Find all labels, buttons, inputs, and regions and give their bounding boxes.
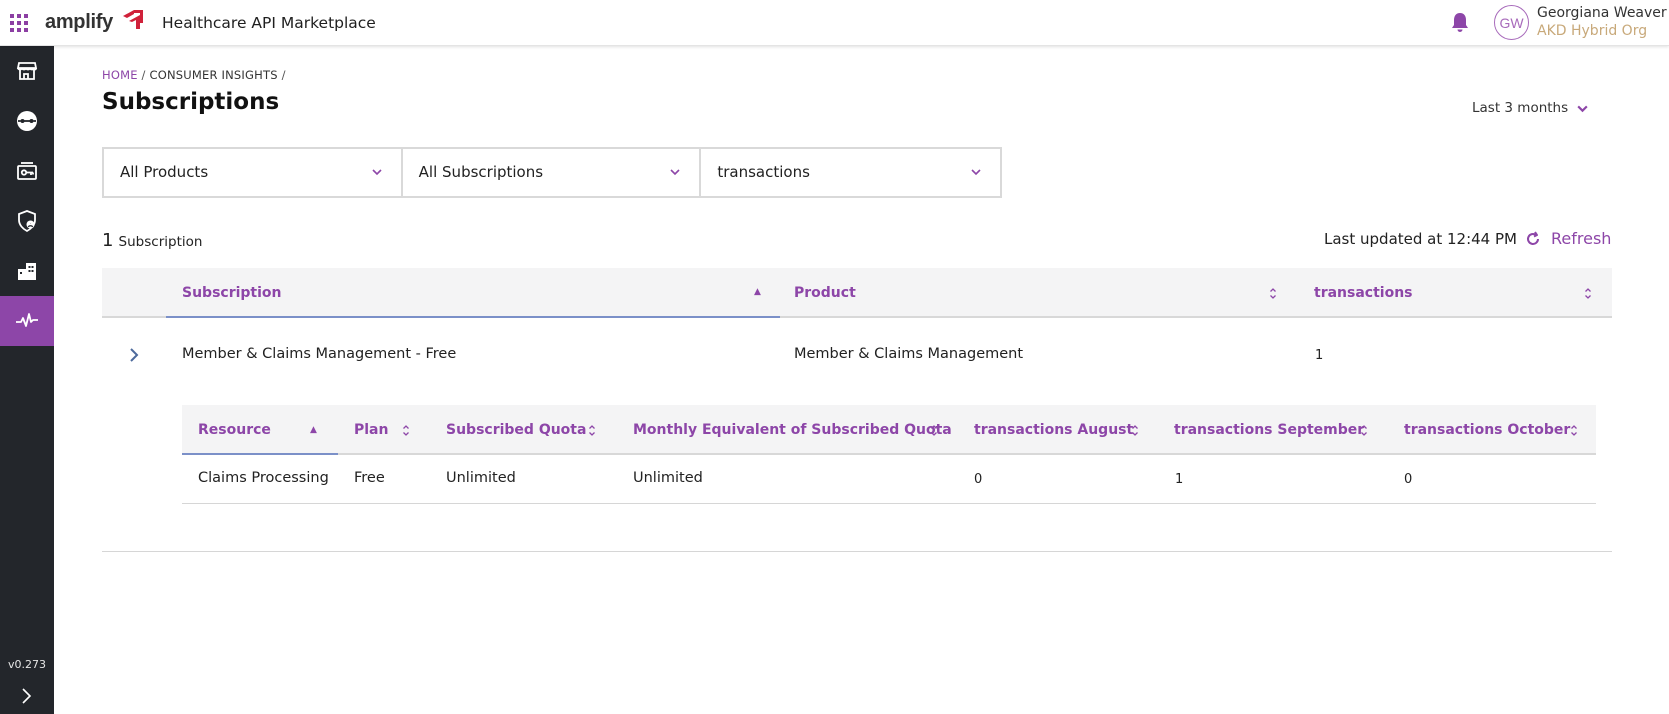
subscription-name-cell: Member & Claims Management - Free bbox=[182, 346, 457, 362]
row-divider bbox=[102, 551, 1612, 552]
sort-toggle-icon[interactable] bbox=[1570, 424, 1578, 437]
sort-toggle-icon[interactable] bbox=[1131, 424, 1139, 437]
column-header-transactions-september[interactable]: transactions September bbox=[1174, 405, 1364, 455]
refresh-button[interactable]: Refresh bbox=[1525, 229, 1611, 248]
column-header-label: transactions October bbox=[1404, 422, 1571, 438]
column-header-plan[interactable]: Plan bbox=[354, 405, 388, 455]
app-grid-icon[interactable] bbox=[10, 14, 28, 32]
avatar[interactable]: GW bbox=[1494, 5, 1529, 40]
subscription-count-label: Subscription bbox=[118, 234, 203, 250]
subscription-filter-label: All Subscriptions bbox=[418, 163, 544, 181]
key-card-icon bbox=[17, 162, 37, 180]
subscribed-quota-cell: Unlimited bbox=[446, 470, 516, 486]
column-header-label: transactions September bbox=[1174, 422, 1365, 438]
breadcrumb-separator: / bbox=[141, 68, 146, 82]
column-header-label: Subscribed Quota bbox=[446, 422, 587, 438]
metric-filter-dropdown[interactable]: transactions bbox=[701, 149, 1000, 196]
chevron-down-icon bbox=[372, 169, 382, 176]
sort-ascending-icon[interactable]: ▲ bbox=[754, 287, 761, 297]
transactions-september-cell: 1 bbox=[1175, 472, 1184, 487]
transactions-august-cell: 0 bbox=[974, 472, 983, 487]
app-title: Healthcare API Marketplace bbox=[162, 14, 376, 32]
column-header-label: Monthly Equivalent of Subscribed Quota bbox=[633, 422, 952, 438]
organization-icon bbox=[18, 263, 36, 280]
product-filter-dropdown[interactable]: All Products bbox=[104, 149, 403, 196]
plan-cell: Free bbox=[354, 470, 385, 486]
notification-bell-icon[interactable] bbox=[1450, 11, 1470, 33]
column-header-label: transactions bbox=[1314, 285, 1413, 301]
sidebar-item-marketplace[interactable] bbox=[0, 46, 54, 96]
column-header-resource[interactable]: Resource bbox=[198, 405, 271, 455]
column-header-label: Plan bbox=[354, 422, 389, 438]
chevron-down-icon bbox=[1577, 105, 1588, 112]
sort-toggle-icon[interactable] bbox=[1584, 287, 1592, 300]
metric-filter-label: transactions bbox=[717, 163, 810, 181]
activity-pulse-icon bbox=[16, 313, 38, 327]
refresh-icon bbox=[1527, 230, 1539, 245]
subscription-count: 1 Subscription bbox=[102, 230, 202, 251]
column-header-product[interactable]: Product bbox=[794, 268, 856, 318]
table-header: Subscription ▲ Product transactions bbox=[102, 268, 1612, 318]
active-sort-indicator bbox=[182, 453, 338, 455]
subscription-filter-dropdown[interactable]: All Subscriptions bbox=[403, 149, 702, 196]
time-range-label: Last 3 months bbox=[1472, 100, 1569, 116]
sidebar-item-credentials[interactable] bbox=[0, 146, 54, 196]
chevron-down-icon bbox=[670, 169, 680, 176]
sort-toggle-icon[interactable] bbox=[1269, 287, 1277, 300]
transactions-october-cell: 0 bbox=[1404, 472, 1413, 487]
sort-toggle-icon[interactable] bbox=[930, 424, 938, 437]
column-header-label: Product bbox=[794, 285, 856, 301]
breadcrumb: HOME / CONSUMER INSIGHTS / bbox=[102, 68, 286, 82]
user-org: AKD Hybrid Org bbox=[1537, 23, 1648, 39]
filter-bar: All Products All Subscriptions transacti… bbox=[102, 147, 1002, 198]
api-connection-icon bbox=[17, 111, 37, 131]
column-header-transactions-october[interactable]: transactions October bbox=[1404, 405, 1570, 455]
sidebar-item-apis[interactable] bbox=[0, 96, 54, 146]
subscription-count-number: 1 bbox=[102, 230, 114, 251]
amplify-logo-icon bbox=[123, 10, 143, 29]
row-expand-chevron-icon[interactable] bbox=[124, 345, 144, 365]
user-name: Georgiana Weaver bbox=[1537, 5, 1667, 21]
column-header-subscribed-quota[interactable]: Subscribed Quota bbox=[446, 405, 586, 455]
nested-table-header: Resource ▲ Plan Subscribed Quota Monthly… bbox=[182, 405, 1596, 455]
sort-toggle-icon[interactable] bbox=[1360, 424, 1368, 437]
storefront-icon bbox=[16, 62, 38, 80]
time-range-dropdown[interactable]: Last 3 months bbox=[1472, 100, 1589, 116]
page-title: Subscriptions bbox=[102, 89, 280, 115]
sidebar-item-consumer-insights[interactable] bbox=[0, 296, 54, 346]
resource-cell: Claims Processing bbox=[198, 470, 329, 486]
breadcrumb-separator: / bbox=[281, 68, 286, 82]
brand-wordmark: amplify bbox=[45, 11, 113, 33]
top-bar: amplify Healthcare API Marketplace GW Ge… bbox=[0, 0, 1669, 46]
column-header-label: Subscription bbox=[182, 285, 282, 301]
row-divider bbox=[182, 503, 1596, 504]
column-header-label: Resource bbox=[198, 422, 271, 438]
column-header-label: transactions August bbox=[974, 422, 1134, 438]
transactions-cell: 1 bbox=[1315, 348, 1324, 363]
product-name-cell: Member & Claims Management bbox=[794, 346, 1024, 362]
sort-ascending-icon[interactable]: ▲ bbox=[310, 425, 317, 435]
sort-toggle-icon[interactable] bbox=[588, 424, 596, 437]
active-sort-indicator bbox=[166, 316, 780, 318]
column-header-transactions-august[interactable]: transactions August bbox=[974, 405, 1133, 455]
sort-toggle-icon[interactable] bbox=[402, 424, 410, 437]
chevron-down-icon bbox=[971, 169, 981, 176]
breadcrumb-section[interactable]: CONSUMER INSIGHTS bbox=[149, 68, 277, 82]
column-header-monthly-equivalent[interactable]: Monthly Equivalent of Subscribed Quota bbox=[633, 405, 952, 455]
column-header-transactions[interactable]: transactions bbox=[1314, 268, 1413, 318]
sidebar-item-organization[interactable] bbox=[0, 246, 54, 296]
column-header-subscription[interactable]: Subscription bbox=[182, 268, 282, 318]
refresh-label: Refresh bbox=[1551, 229, 1612, 248]
last-updated-text: Last updated at 12:44 PM bbox=[1324, 230, 1517, 248]
expand-sidebar-chevron-icon[interactable] bbox=[14, 684, 38, 708]
sidebar: v0.273 bbox=[0, 46, 54, 714]
product-filter-label: All Products bbox=[120, 163, 209, 181]
monthly-equivalent-cell: Unlimited bbox=[633, 470, 703, 486]
app-version: v0.273 bbox=[7, 658, 46, 671]
shield-user-icon bbox=[18, 210, 36, 233]
sidebar-item-access[interactable] bbox=[0, 196, 54, 246]
breadcrumb-home[interactable]: HOME bbox=[102, 68, 138, 82]
